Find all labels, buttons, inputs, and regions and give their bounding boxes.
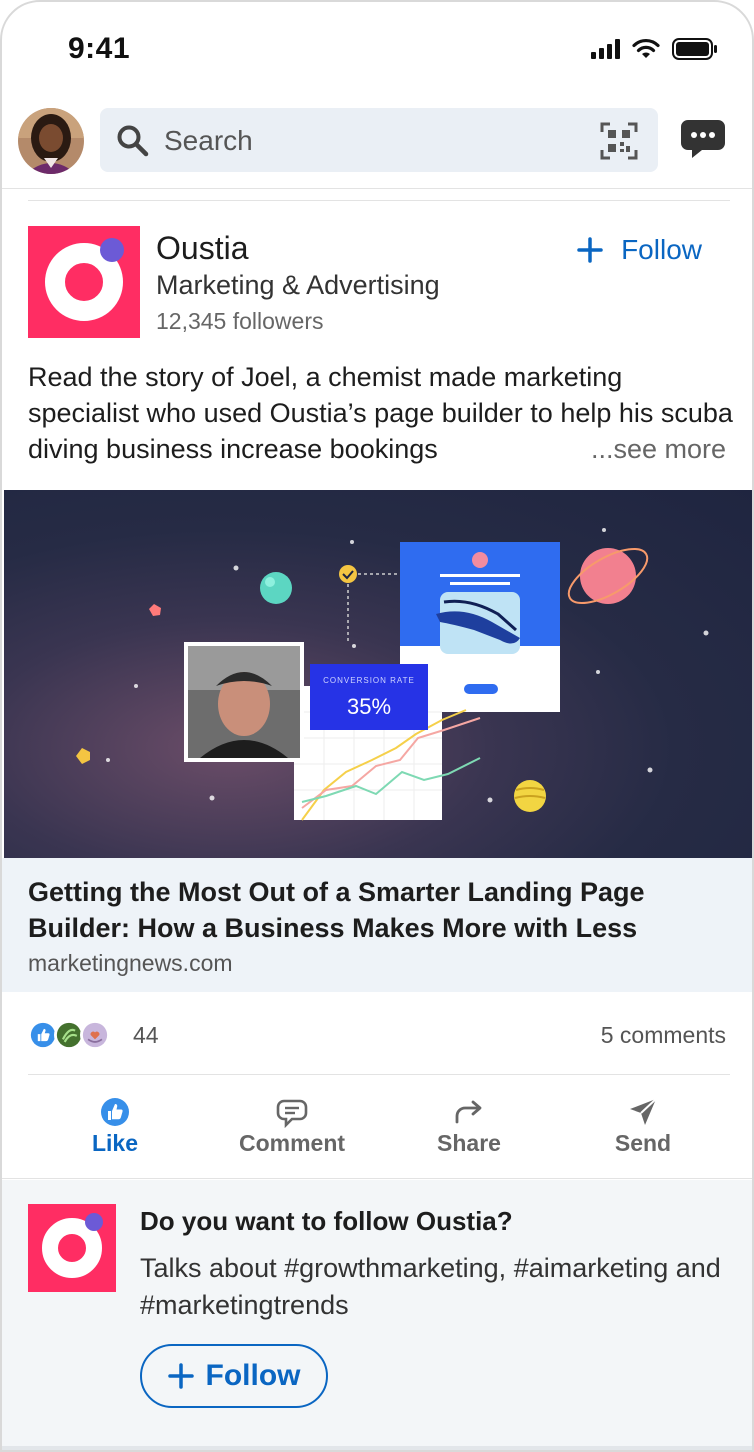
- plus-icon: [167, 1363, 194, 1389]
- action-bar: Like Comment Share Send: [2, 1096, 752, 1168]
- reaction-count[interactable]: 44: [133, 1022, 159, 1049]
- status-time: 9:41: [68, 32, 131, 65]
- reaction-icons[interactable]: [28, 1020, 110, 1050]
- like-button[interactable]: Like: [45, 1096, 185, 1157]
- company-name[interactable]: Oustia: [156, 230, 248, 267]
- follow-label: Follow: [621, 234, 702, 265]
- company-industry: Marketing & Advertising: [156, 270, 440, 300]
- qr-code-icon[interactable]: [600, 122, 638, 160]
- send-icon: [630, 1098, 657, 1125]
- suggestion-title: Do you want to follow Oustia?: [140, 1206, 513, 1236]
- messaging-icon[interactable]: [680, 118, 726, 160]
- feed-separator: [2, 1446, 752, 1450]
- top-bar: Search: [2, 106, 752, 176]
- follow-suggestion-card: Do you want to follow Oustia? Talks abou…: [2, 1180, 752, 1450]
- actions-divider: [28, 1074, 730, 1075]
- wifi-icon: [632, 38, 660, 58]
- comment-button[interactable]: Comment: [222, 1096, 362, 1157]
- conversion-rate-value: 35%: [347, 694, 391, 719]
- follow-button-label: Follow: [205, 1359, 301, 1392]
- share-button[interactable]: Share: [399, 1096, 539, 1157]
- send-label: Send: [614, 1130, 672, 1156]
- love-reaction-icon: [80, 1020, 110, 1050]
- header-divider: [2, 188, 752, 189]
- search-bar[interactable]: Search: [100, 108, 658, 172]
- company-logo[interactable]: [28, 226, 140, 338]
- suggestion-divider: [2, 1178, 752, 1179]
- follow-button[interactable]: Follow: [140, 1344, 328, 1408]
- send-button[interactable]: Send: [573, 1096, 713, 1157]
- suggestion-description: Talks about #growthmarketing, #aimarketi…: [140, 1253, 721, 1320]
- company-followers: 12,345 followers: [156, 308, 324, 334]
- comment-label: Comment: [238, 1130, 346, 1156]
- see-more-link[interactable]: ...see more: [591, 431, 726, 467]
- follow-button-header[interactable]: Follow: [577, 234, 702, 266]
- comments-count[interactable]: 5 comments: [601, 1022, 726, 1049]
- status-icons: [591, 38, 718, 60]
- profile-avatar[interactable]: [18, 108, 84, 174]
- phone-frame: 9:41 Search Oustia Marketing & Advertisi…: [0, 0, 754, 1452]
- search-icon: [117, 125, 149, 157]
- conversion-rate-label: CONVERSION RATE: [323, 676, 415, 685]
- cellular-signal-icon: [591, 39, 620, 59]
- link-domain: marketingnews.com: [28, 950, 233, 976]
- status-bar: 9:41: [2, 2, 752, 92]
- link-title[interactable]: Getting the Most Out of a Smarter Landin…: [28, 874, 728, 946]
- post-top-divider: [28, 200, 730, 201]
- share-icon: [455, 1100, 482, 1124]
- like-label: Like: [91, 1130, 139, 1156]
- suggestion-company-logo[interactable]: [28, 1204, 116, 1292]
- search-placeholder: Search: [164, 125, 253, 156]
- comment-icon: [276, 1099, 308, 1128]
- share-label: Share: [437, 1130, 501, 1156]
- battery-icon: [672, 38, 717, 60]
- like-icon: [101, 1098, 129, 1126]
- plus-icon: [577, 237, 603, 263]
- link-preview-card[interactable]: Getting the Most Out of a Smarter Landin…: [2, 858, 752, 992]
- post-image[interactable]: CONVERSION RATE 35%: [4, 490, 752, 858]
